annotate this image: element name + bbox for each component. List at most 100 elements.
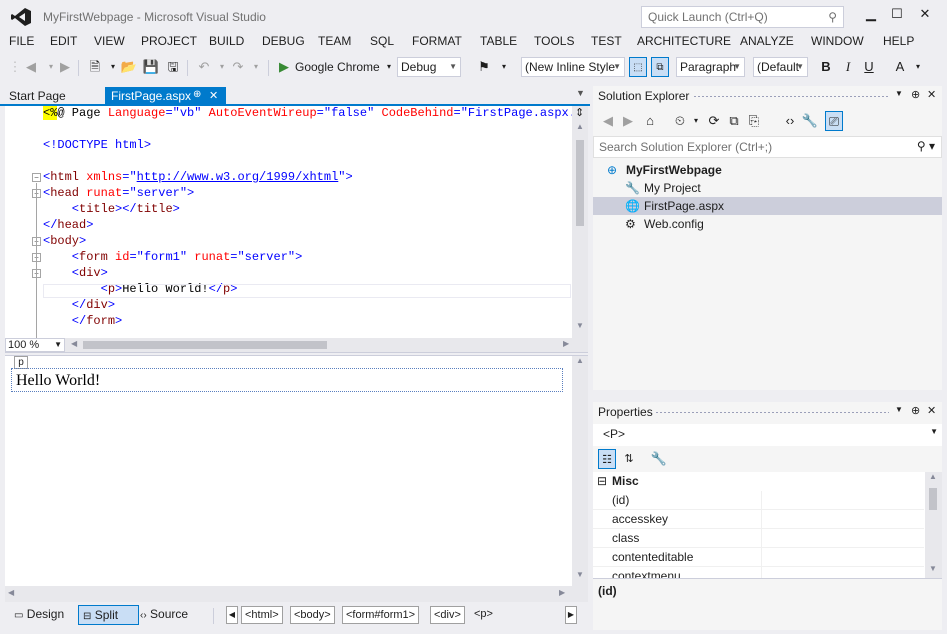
editor-vertical-scrollbar[interactable]: ⇕ ▲ ▼ [572, 106, 588, 338]
menu-analyze[interactable]: ANALYZE [740, 34, 794, 48]
attach-dropdown-icon[interactable]: ▾ [495, 57, 513, 77]
breadcrumb-right-icon[interactable]: ▶ [565, 606, 577, 624]
menu-view[interactable]: VIEW [94, 34, 125, 48]
save-all-icon[interactable]: 🖫 [164, 57, 182, 77]
property-value[interactable] [761, 529, 924, 548]
menu-team[interactable]: TEAM [318, 34, 351, 48]
new-project-icon[interactable]: 🗎 [86, 57, 104, 77]
scroll-up-icon[interactable]: ▲ [576, 356, 584, 365]
tab-overflow-icon[interactable]: ▼ [576, 88, 585, 98]
scroll-down-icon[interactable]: ▼ [576, 570, 584, 579]
menu-window[interactable]: WINDOW [811, 34, 864, 48]
design-surface[interactable]: p Hello World! ▲ ▼ ◀ ▶ [5, 356, 588, 602]
design-vertical-scrollbar[interactable]: ▲ ▼ [572, 356, 588, 586]
design-horizontal-scrollbar[interactable]: ◀ ▶ [5, 586, 588, 602]
start-debugging-icon[interactable]: ▶ [275, 57, 293, 77]
property-row[interactable]: (id) [593, 491, 924, 510]
font-color-button[interactable]: A [891, 57, 909, 77]
home-icon[interactable]: ⌂ [641, 111, 659, 131]
property-row[interactable]: class [593, 529, 924, 548]
property-value[interactable] [761, 491, 924, 510]
menu-format[interactable]: FORMAT [412, 34, 462, 48]
scroll-right-icon[interactable]: ▶ [563, 339, 569, 348]
navigate-back-icon[interactable]: ◀ [22, 57, 40, 77]
breadcrumb-left-icon[interactable]: ◀ [226, 606, 238, 624]
pin-icon[interactable]: ⊕ [193, 89, 201, 100]
show-all-files-icon[interactable]: ⎘ [745, 111, 763, 131]
code-line[interactable]: <html xmlns="http://www.w3.org/1999/xhtm… [43, 170, 353, 184]
menu-architecture[interactable]: ARCHITECTURE [637, 34, 731, 48]
close-button[interactable]: ✕ [911, 6, 939, 26]
property-value[interactable] [761, 567, 924, 578]
navigate-forward-icon[interactable]: ▶ [56, 57, 74, 77]
block-format-dropdown[interactable]: Paragraph ▼ [676, 57, 745, 77]
collapse-all-icon[interactable]: ⧉ [725, 111, 743, 131]
show-tags-icon[interactable]: ⧉ [651, 57, 669, 77]
attach-debugger-icon[interactable]: ⚑ [475, 57, 493, 77]
categorized-icon[interactable]: ☷ [598, 449, 616, 469]
menu-test[interactable]: TEST [591, 34, 622, 48]
property-grid-scrollbar[interactable]: ▲ ▼ [925, 472, 942, 578]
property-row[interactable]: contenteditable [593, 548, 924, 567]
quick-launch-input[interactable]: Quick Launch (Ctrl+Q) ⚲ [641, 6, 844, 28]
open-file-icon[interactable]: 📂 [120, 57, 138, 77]
save-icon[interactable]: 💾 [142, 57, 160, 77]
view-code-icon[interactable]: ‹› [781, 111, 799, 131]
scroll-left-icon[interactable]: ◀ [8, 588, 14, 597]
style-dropdown[interactable]: (New Inline Style ▼ [521, 57, 625, 77]
undo-icon[interactable]: ↶ [195, 57, 213, 77]
scroll-up-icon[interactable]: ▲ [929, 472, 937, 481]
split-window-icon[interactable]: ⇕ [575, 106, 584, 119]
property-value[interactable] [761, 510, 924, 529]
code-line[interactable]: <body> [43, 234, 86, 248]
split-view-button[interactable]: ⊟ Split [78, 605, 139, 625]
close-icon[interactable]: ✕ [927, 404, 936, 417]
configuration-dropdown[interactable]: Debug ▼ [397, 57, 461, 77]
code-line[interactable]: </head> [43, 218, 93, 232]
scroll-down-icon[interactable]: ▼ [576, 321, 584, 330]
menu-project[interactable]: PROJECT [141, 34, 197, 48]
scroll-right-icon[interactable]: ▶ [559, 588, 565, 597]
panel-dropdown-icon[interactable]: ▼ [895, 405, 903, 414]
properties-wrench-icon[interactable]: 🔧 [801, 111, 819, 131]
source-editor[interactable]: <%@ Page Language="vb" AutoEventWireup="… [5, 106, 588, 338]
close-tab-icon[interactable]: ✕ [209, 89, 218, 102]
breadcrumb-html[interactable]: <html> [241, 606, 283, 624]
code-line[interactable]: <head runat="server"> [43, 186, 194, 200]
tree-item-firstpage[interactable]: 🌐 FirstPage.aspx [593, 197, 942, 215]
tree-item-my-project[interactable]: 🔧 My Project [593, 179, 942, 197]
alphabetical-icon[interactable]: ⇅ [620, 449, 638, 469]
minimize-button[interactable]: ▁ [857, 6, 885, 26]
redo-icon[interactable]: ↷ [229, 57, 247, 77]
menu-file[interactable]: FILE [9, 34, 34, 48]
menu-edit[interactable]: EDIT [50, 34, 77, 48]
property-scroll-thumb[interactable] [929, 488, 937, 510]
menu-tools[interactable]: TOOLS [534, 34, 574, 48]
code-line[interactable]: </form> [43, 314, 122, 328]
design-view-button[interactable]: ▭ Design [10, 605, 68, 625]
scroll-down-icon[interactable]: ▼ [929, 564, 937, 573]
bold-button[interactable]: B [817, 57, 835, 77]
panel-dropdown-icon[interactable]: ▼ [895, 89, 903, 98]
editor-horizontal-scrollbar[interactable]: 100 % ▼ ◀ ▶ [5, 338, 588, 352]
italic-button[interactable]: I [839, 57, 857, 77]
run-target-label[interactable]: Google Chrome [295, 57, 380, 77]
menu-sql[interactable]: SQL [370, 34, 394, 48]
editor-scroll-thumb[interactable] [576, 140, 584, 226]
category-misc[interactable]: ⊟ Misc [593, 472, 924, 491]
underline-button[interactable]: U [860, 57, 878, 77]
property-value[interactable] [761, 548, 924, 567]
menu-help[interactable]: HELP [883, 34, 914, 48]
font-color-dropdown-icon[interactable]: ▾ [909, 57, 927, 77]
preview-selected-items-icon[interactable]: ⎚ [825, 111, 843, 131]
code-line[interactable]: <%@ Page Language="vb" AutoEventWireup="… [43, 106, 588, 120]
pin-icon[interactable]: ⊕ [911, 88, 920, 101]
source-view-button[interactable]: ‹› Source [136, 605, 192, 625]
property-row[interactable]: accesskey [593, 510, 924, 529]
zoom-level-dropdown[interactable]: 100 % ▼ [5, 338, 65, 352]
code-line[interactable]: <form id="form1" runat="server"> [43, 250, 303, 264]
property-pages-icon[interactable]: 🔧 [650, 449, 668, 469]
forward-icon[interactable]: ▶ [619, 111, 637, 131]
back-icon[interactable]: ◀ [599, 111, 617, 131]
tree-item-web-config[interactable]: ⚙ Web.config [593, 215, 942, 233]
